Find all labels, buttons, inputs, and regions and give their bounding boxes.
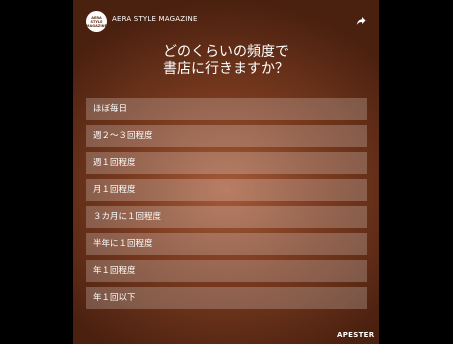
answer-option-1[interactable]: ほぼ毎日 xyxy=(86,98,367,120)
answer-option-2[interactable]: 週２〜３回程度 xyxy=(86,125,367,147)
answer-option-5[interactable]: ３カ月に１回程度 xyxy=(86,206,367,228)
question-line-1: どのくらいの頻度で xyxy=(163,44,289,60)
answer-option-4[interactable]: 月１回程度 xyxy=(86,179,367,201)
apester-logo[interactable]: APESTER xyxy=(337,331,374,339)
quiz-card: AERA STYLE MAGAZINE AERA STYLE MAGAZINE … xyxy=(73,0,379,344)
share-icon[interactable] xyxy=(356,16,366,26)
brand-name[interactable]: AERA STYLE MAGAZINE xyxy=(112,15,198,23)
question-title: どのくらいの頻度で 書店に行きますか？ xyxy=(73,44,379,78)
answer-option-8[interactable]: 年１回以下 xyxy=(86,287,367,309)
answer-option-7[interactable]: 年１回程度 xyxy=(86,260,367,282)
answer-option-3[interactable]: 週１回程度 xyxy=(86,152,367,174)
header: AERA STYLE MAGAZINE AERA STYLE MAGAZINE xyxy=(73,0,379,42)
question-line-2: 書店に行きますか？ xyxy=(163,61,289,77)
answer-option-6[interactable]: 半年に１回程度 xyxy=(86,233,367,255)
brand-logo[interactable]: AERA STYLE MAGAZINE xyxy=(86,11,107,32)
